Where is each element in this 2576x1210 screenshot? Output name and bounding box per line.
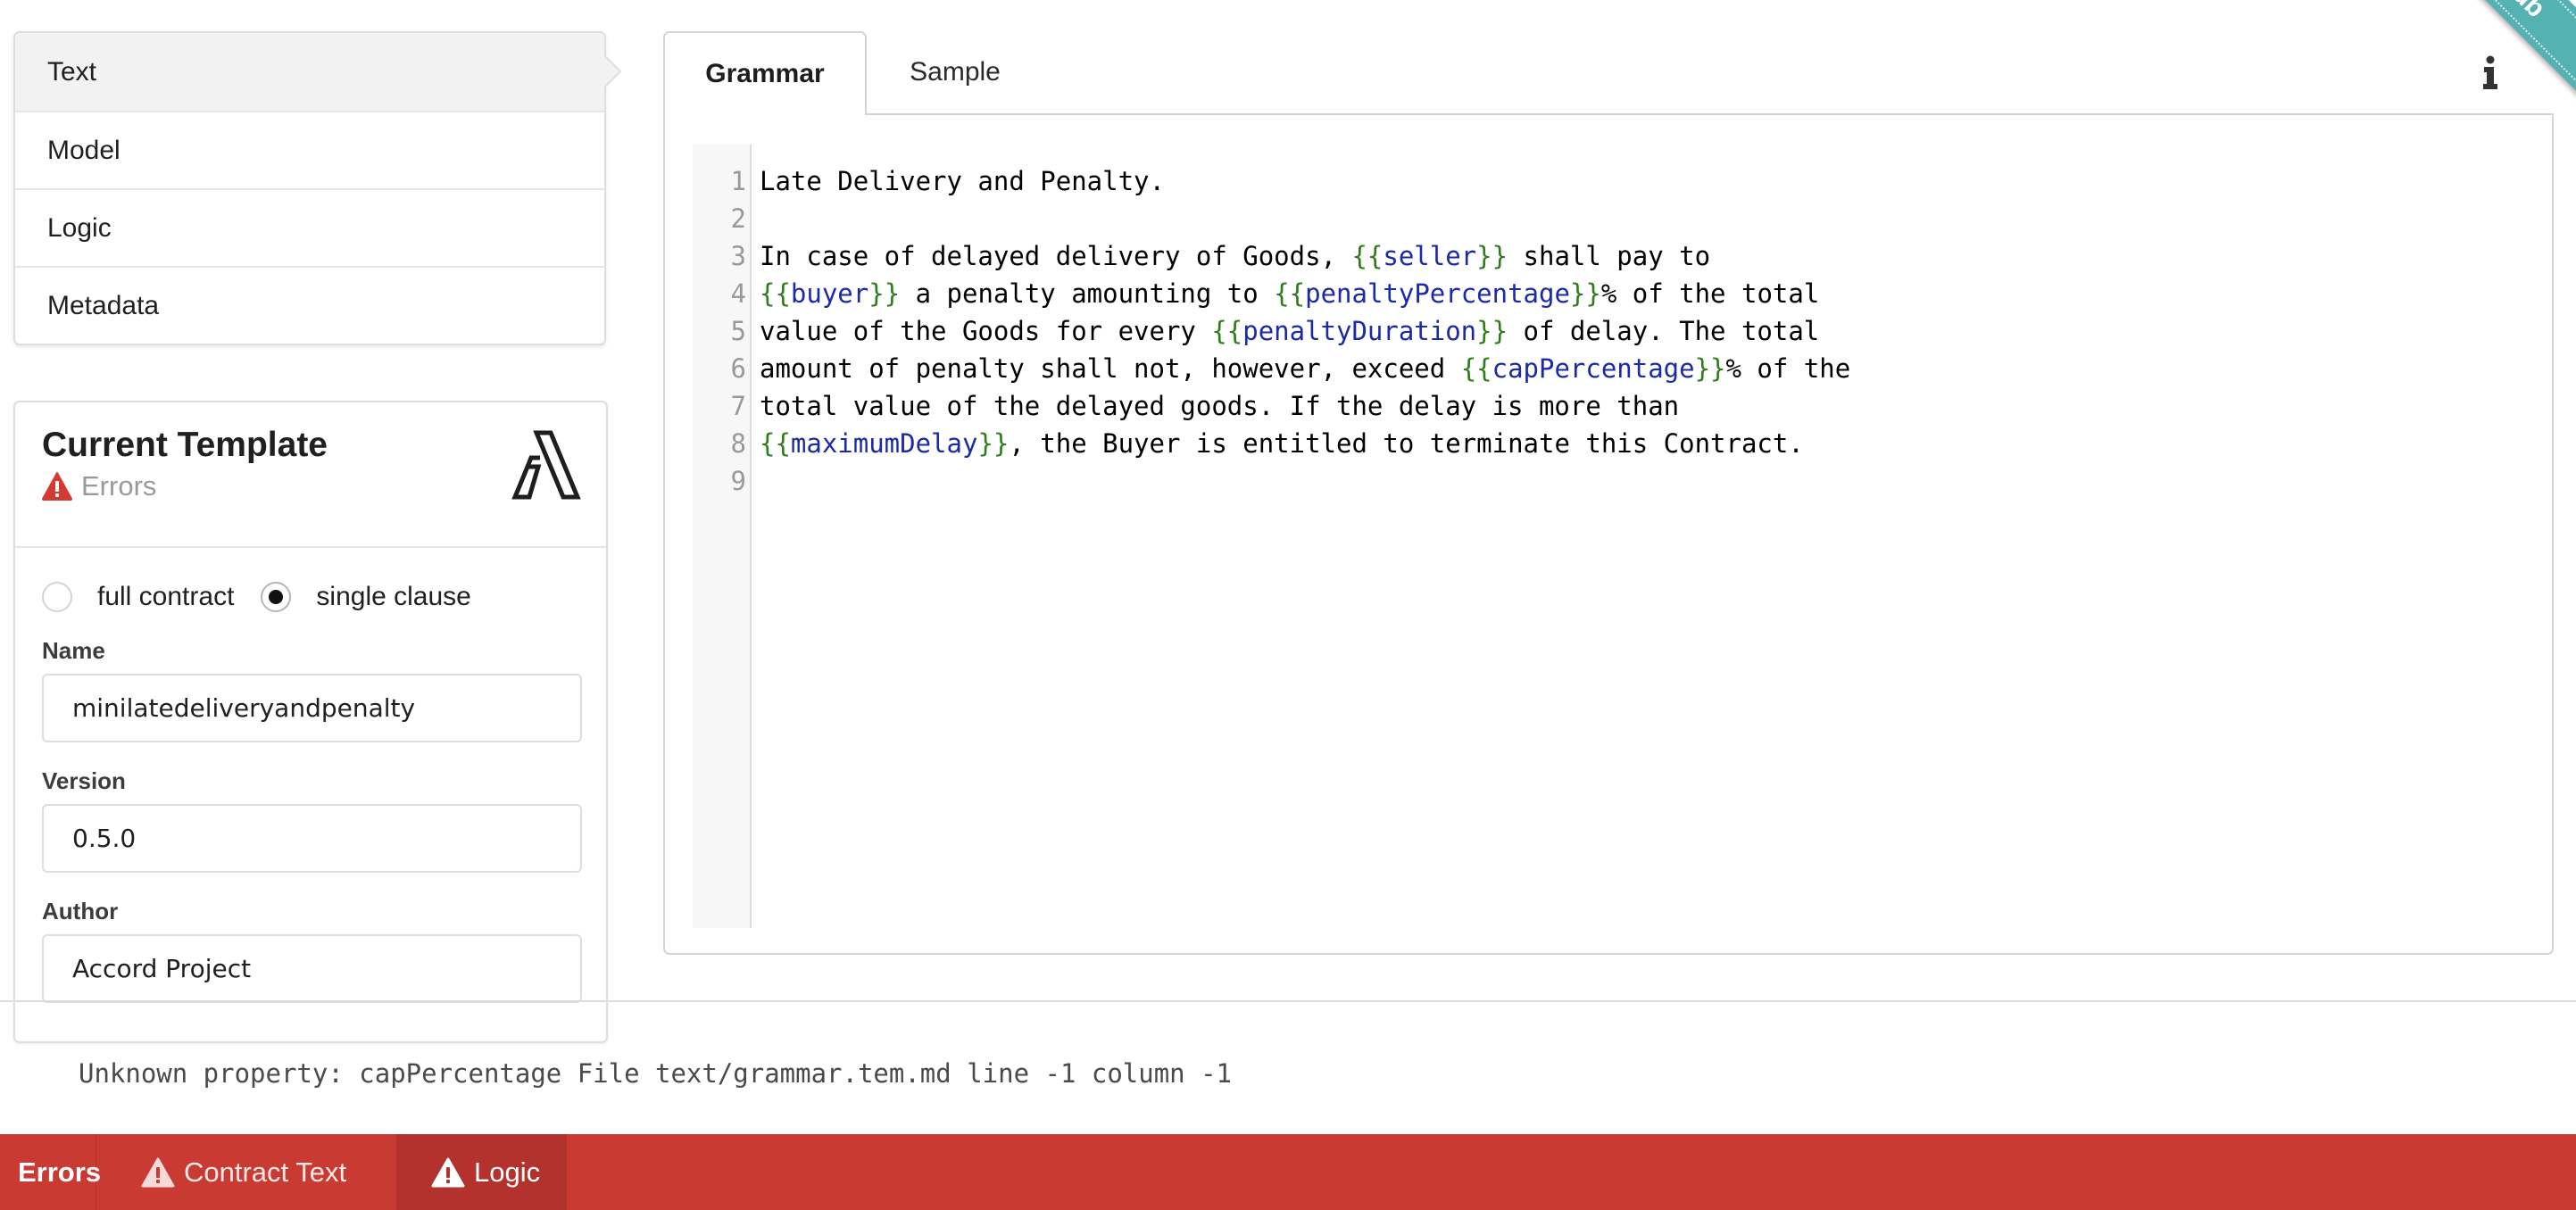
author-input[interactable] [42, 934, 582, 1003]
code-line: amount of penalty shall not, however, ex… [760, 350, 1850, 387]
sidebar-item-label: Text [47, 56, 97, 87]
warning-triangle-icon [42, 472, 72, 501]
error-tab-label: Contract Text [184, 1156, 347, 1188]
grammar-editor-panel: 1 2 3 4 5 6 7 8 9 Late Delivery and Penalty. In … [663, 113, 2554, 955]
code-text: total value of the delayed goods. If the… [760, 391, 1680, 421]
line-number: 6 [730, 353, 746, 384]
template-brace: {{ [1351, 241, 1384, 271]
template-brace: {{ [760, 278, 791, 309]
template-brace: {{ [760, 428, 791, 459]
template-status: Errors [42, 470, 579, 502]
line-number: 9 [730, 466, 746, 496]
code-text: , the Buyer is entitled to terminate thi… [1009, 428, 1804, 459]
code-editor[interactable]: Late Delivery and Penalty. In case of de… [760, 162, 1850, 500]
template-variable: buyer [790, 278, 869, 309]
line-number: 8 [730, 428, 746, 459]
template-brace: {{ [1460, 353, 1492, 384]
code-text: amount of penalty shall not, however, ex… [760, 353, 1461, 384]
github-ribbon[interactable]: ub [2451, 0, 2576, 125]
sidebar-item-model[interactable]: Model [15, 111, 604, 188]
sidebar-item-logic[interactable]: Logic [15, 188, 604, 266]
error-bar-title: Errors [0, 1134, 101, 1210]
template-brace: }} [868, 278, 901, 309]
sidebar-menu: Text Model Logic Metadata [13, 31, 606, 345]
error-bar: Errors Contract Text Logic [0, 1134, 2576, 1210]
code-text: Late Delivery and Penalty. [760, 166, 1165, 196]
template-variable: penaltyDuration [1242, 316, 1477, 346]
card-title: Current Template [42, 426, 328, 464]
version-label: Version [42, 767, 126, 794]
template-mode-radio-group: full contract single clause [42, 575, 579, 619]
line-number: 7 [730, 391, 746, 421]
line-number: 1 [730, 166, 746, 196]
template-brace: }} [977, 428, 1010, 459]
code-line: Late Delivery and Penalty. [760, 162, 1850, 200]
author-label: Author [42, 898, 119, 924]
radio-single-clause-label[interactable]: single clause [316, 582, 470, 612]
template-variable: maximumDelay [790, 428, 978, 459]
template-variable: capPercentage [1492, 353, 1695, 384]
error-tab-label: Logic [474, 1156, 541, 1188]
name-label: Name [42, 637, 105, 664]
code-text: a penalty amounting to [900, 278, 1275, 309]
error-message: Unknown property: capPercentage File tex… [79, 1058, 1233, 1089]
template-brace: {{ [1211, 316, 1243, 346]
sidebar-item-label: Logic [47, 212, 112, 243]
ribbon-text: ub [2451, 0, 2576, 120]
radio-full-contract[interactable] [42, 582, 72, 612]
code-line: In case of delayed delivery of Goods, {{… [760, 237, 1850, 275]
version-input[interactable] [42, 804, 582, 873]
line-number: 4 [730, 278, 746, 309]
template-brace: {{ [1274, 278, 1306, 309]
code-text: of delay. The total [1508, 316, 1820, 346]
line-number: 2 [730, 203, 746, 234]
code-line: {{maximumDelay}}, the Buyer is entitled … [760, 425, 1850, 462]
radio-single-clause[interactable] [261, 582, 292, 612]
radio-full-contract-label[interactable]: full contract [97, 582, 234, 612]
tab-sample[interactable]: Sample [867, 31, 1043, 113]
template-variable: seller [1383, 241, 1477, 271]
sidebar-item-metadata[interactable]: Metadata [15, 266, 604, 344]
error-tab-contract-text[interactable]: Contract Text [96, 1134, 397, 1210]
code-line: total value of the delayed goods. If the… [760, 387, 1850, 425]
sidebar-item-text[interactable]: Text [15, 33, 604, 111]
ribbon-band: ub [2451, 0, 2576, 125]
line-number-gutter: 1 2 3 4 5 6 7 8 9 [693, 145, 752, 928]
error-panel-divider [0, 1000, 2576, 1002]
error-tab-logic[interactable]: Logic [397, 1134, 567, 1210]
line-number: 3 [730, 241, 746, 271]
template-brace: }} [1476, 241, 1508, 271]
code-text: In case of delayed delivery of Goods, [760, 241, 1352, 271]
line-number: 5 [730, 316, 746, 346]
sidebar-item-label: Model [47, 135, 120, 165]
accord-project-logo [511, 430, 581, 500]
code-line: {{buyer}} a penalty amounting to {{penal… [760, 275, 1850, 312]
card-body: full contract single clause Name Version… [15, 548, 606, 1003]
current-template-card: Current Template Errors full contract si… [13, 401, 608, 1043]
template-brace: }} [1694, 353, 1726, 384]
radio-dot [269, 590, 284, 604]
code-line: value of the Goods for every {{penaltyDu… [760, 312, 1850, 350]
warning-triangle-icon [431, 1157, 465, 1187]
sidebar-item-label: Metadata [47, 290, 160, 320]
warning-triangle-icon [141, 1157, 175, 1187]
code-text: % of the [1725, 353, 1851, 384]
template-brace: }} [1476, 316, 1508, 346]
tab-grammar[interactable]: Grammar [663, 31, 867, 115]
code-text: value of the Goods for every [760, 316, 1212, 346]
template-brace: }} [1569, 278, 1601, 309]
name-input[interactable] [42, 674, 582, 742]
template-variable: penaltyPercentage [1305, 278, 1570, 309]
code-text: shall pay to [1508, 241, 1711, 271]
template-status-text: Errors [81, 470, 157, 501]
code-text: % of the total [1600, 278, 1820, 309]
card-header: Current Template Errors [15, 402, 606, 548]
